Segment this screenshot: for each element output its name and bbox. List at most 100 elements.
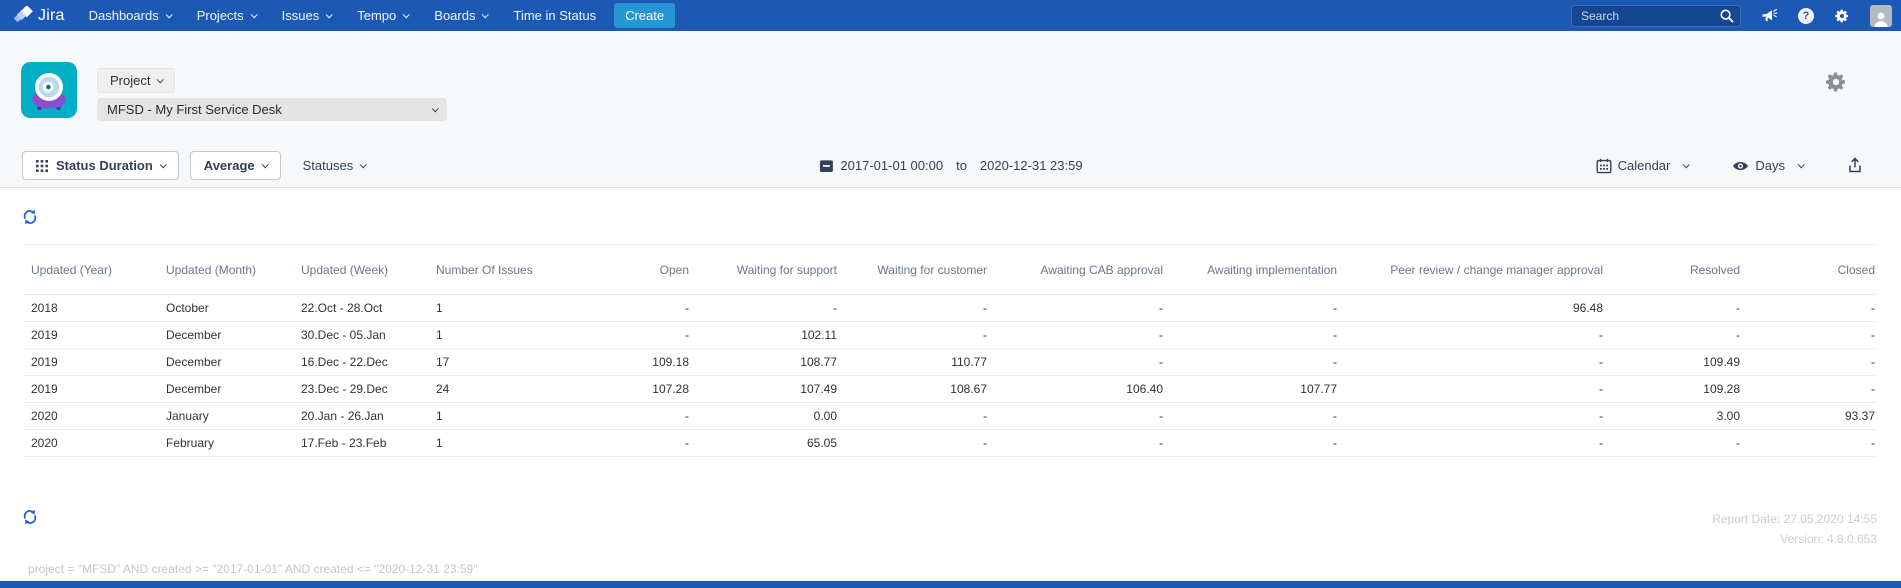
top-navbar: Jira Dashboards Projects Issues Tempo Boards…: [0, 0, 1901, 31]
table-cell: 96.48: [1339, 294, 1605, 322]
table-cell: 93.37: [1742, 402, 1877, 430]
nav-item-tempo[interactable]: Tempo: [357, 8, 411, 23]
settings-gear-icon[interactable]: [1824, 70, 1848, 94]
nav-item-issues[interactable]: Issues: [281, 8, 333, 23]
refresh-icon[interactable]: [22, 509, 38, 525]
table-cell: 109.49: [1605, 348, 1742, 376]
table-cell: 3.00: [1605, 402, 1742, 430]
unit-dropdown[interactable]: Days: [1732, 158, 1805, 173]
table-cell: -: [1605, 429, 1742, 457]
header-cell: Updated (Month): [159, 244, 294, 295]
chevron-down-icon: [1797, 161, 1805, 169]
header-cell: Awaiting implementation: [1165, 244, 1339, 295]
date-to: 2020-12-31 23:59: [979, 158, 1083, 173]
chevron-down-icon: [325, 11, 333, 19]
date-from: 2017-01-01 00:00: [840, 158, 944, 173]
nav-item-dashboards[interactable]: Dashboards: [88, 8, 173, 23]
table-cell: -: [541, 321, 691, 349]
table-cell: 1: [429, 429, 541, 457]
project-scope-button[interactable]: Project: [97, 68, 176, 93]
jira-logo[interactable]: Jira: [14, 6, 65, 25]
table-cell: 0.00: [691, 402, 839, 430]
table-cell: 1: [429, 402, 541, 430]
table-cell: 110.77: [839, 348, 989, 376]
nav-item-label: Issues: [281, 8, 320, 23]
nav-item-projects[interactable]: Projects: [197, 8, 258, 23]
search-icon[interactable]: [1719, 8, 1735, 24]
chevron-down-icon: [402, 11, 411, 19]
table-cell: 20.Jan - 26.Jan: [294, 402, 429, 430]
toolbar-right: Calendar Days: [1596, 157, 1863, 174]
table-cell: 1: [429, 294, 541, 322]
export-button[interactable]: [1847, 157, 1863, 174]
header-cell: Closed: [1742, 244, 1877, 295]
table-cell: -: [989, 321, 1165, 349]
table-cell: -: [1165, 429, 1339, 457]
report-date: Report Date: 27.05.2020 14:55: [1712, 512, 1877, 526]
table-cell: -: [1742, 294, 1877, 322]
table-cell: December: [159, 321, 294, 349]
bottom-bar: [0, 581, 1901, 588]
header-cell: Updated (Year): [24, 244, 159, 295]
table-cell: -: [839, 294, 989, 322]
report-type-dropdown[interactable]: Status Duration: [22, 151, 179, 180]
export-icon: [1847, 157, 1863, 174]
table-cell: January: [159, 402, 294, 430]
project-select-value: MFSD - My First Service Desk: [107, 102, 282, 117]
user-avatar[interactable]: [1870, 4, 1892, 27]
header-cell: Peer review / change manager approval: [1339, 244, 1605, 295]
table-cell: -: [989, 294, 1165, 322]
search-input[interactable]: [1571, 4, 1741, 27]
table-cell: -: [541, 402, 691, 430]
chevron-down-icon: [157, 76, 165, 84]
table-cell: 102.11: [691, 321, 839, 349]
date-to-word: to: [956, 158, 967, 173]
table-cell: -: [1339, 321, 1605, 349]
table-cell: December: [159, 375, 294, 403]
table-cell: 2019: [24, 375, 159, 403]
header-cell: Updated (Week): [294, 244, 429, 295]
table-cell: 106.40: [989, 375, 1165, 403]
table-cell: -: [1339, 402, 1605, 430]
statuses-dropdown[interactable]: Statuses: [303, 158, 367, 173]
refresh-icon[interactable]: [22, 209, 38, 225]
table-cell: 22.Oct - 28.Oct: [294, 294, 429, 322]
table-cell: -: [1742, 321, 1877, 349]
table-cell: 2019: [24, 321, 159, 349]
table-cell: 17.Feb - 23.Feb: [294, 429, 429, 457]
project-select[interactable]: MFSD - My First Service Desk: [97, 98, 447, 121]
calendar-icon: [1596, 158, 1612, 174]
table-cell: 16.Dec - 22.Dec: [294, 348, 429, 376]
aggregation-dropdown[interactable]: Average: [189, 151, 281, 180]
table-cell: -: [1605, 294, 1742, 322]
chevron-down-icon: [250, 11, 258, 19]
header-cell: Number Of Issues: [429, 244, 541, 295]
header-cell: Resolved: [1605, 244, 1742, 295]
table-cell: 2019: [24, 348, 159, 376]
table-cell: -: [839, 429, 989, 457]
grid-icon: [36, 159, 48, 172]
table-cell: -: [989, 348, 1165, 376]
nav-item-label: Dashboards: [88, 8, 159, 23]
table-cell: -: [1339, 375, 1605, 403]
date-range-picker[interactable]: 2017-01-01 00:00 to 2020-12-31 23:59: [818, 151, 1083, 180]
table-cell: -: [1165, 402, 1339, 430]
calendar-dropdown[interactable]: Calendar: [1596, 158, 1691, 174]
table-cell: 65.05: [691, 429, 839, 457]
table-cell: 23.Dec - 29.Dec: [294, 375, 429, 403]
nav-item-boards[interactable]: Boards: [434, 8, 490, 23]
create-button[interactable]: Create: [614, 3, 676, 28]
gear-icon[interactable]: [1834, 8, 1850, 24]
table-cell: -: [1605, 321, 1742, 349]
project-scope-label: Project: [110, 73, 151, 88]
aggregation-label: Average: [203, 158, 255, 173]
chevron-down-icon: [359, 161, 367, 169]
table-cell: -: [839, 321, 989, 349]
megaphone-icon[interactable]: [1761, 8, 1778, 24]
help-icon[interactable]: ?: [1798, 7, 1814, 24]
report-toolbar: Status Duration Average Statuses 2017-01…: [0, 151, 1901, 180]
nav-item-time-in-status[interactable]: Time in Status: [513, 8, 596, 23]
report-meta: Report Date: 27.05.2020 14:55 Version: 4…: [1712, 509, 1877, 549]
table-cell: October: [159, 294, 294, 322]
header-cell: Open: [541, 244, 691, 295]
